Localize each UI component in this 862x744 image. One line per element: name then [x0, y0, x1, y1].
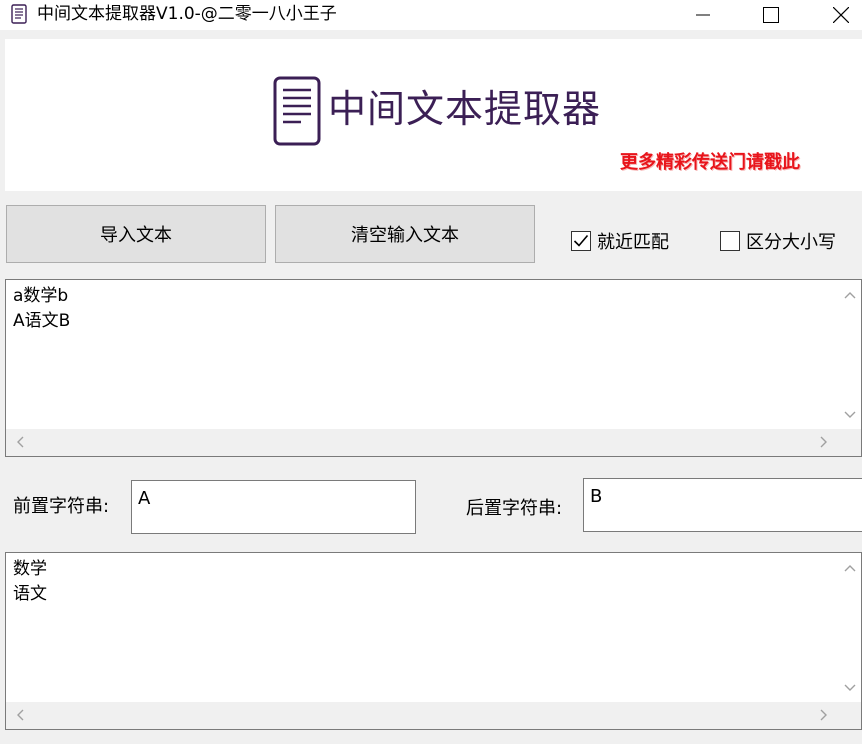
- scroll-right-icon[interactable]: [816, 434, 832, 450]
- maximize-button[interactable]: [748, 0, 794, 30]
- document-icon: [11, 4, 27, 24]
- logo-title: 中间文本提取器: [328, 87, 602, 131]
- suffix-input[interactable]: B: [583, 478, 862, 532]
- vertical-scrollbar[interactable]: [838, 553, 861, 703]
- close-icon: [833, 7, 849, 23]
- scroll-left-icon[interactable]: [12, 434, 28, 450]
- checkbox-box[interactable]: [571, 231, 591, 251]
- suffix-label: 后置字符串:: [466, 498, 563, 519]
- output-textarea[interactable]: 数学 语文: [5, 552, 862, 730]
- close-button[interactable]: [818, 0, 862, 30]
- scroll-up-icon[interactable]: [842, 287, 858, 303]
- scroll-down-icon[interactable]: [842, 680, 858, 696]
- clear-input-button[interactable]: 清空输入文本: [275, 205, 535, 263]
- scroll-right-icon[interactable]: [816, 707, 832, 723]
- minimize-icon: [696, 14, 710, 16]
- input-text[interactable]: a数学b A语文B: [13, 284, 70, 334]
- document-lines-icon: [273, 76, 321, 146]
- nearby-match-label: 就近匹配: [597, 232, 669, 253]
- checkmark-icon: [573, 234, 589, 247]
- window-title: 中间文本提取器V1.0-@二零一八小王子: [37, 4, 337, 24]
- scroll-left-icon[interactable]: [12, 707, 28, 723]
- output-text[interactable]: 数学 语文: [13, 557, 47, 607]
- nearby-match-checkbox[interactable]: 就近匹配: [571, 229, 669, 253]
- promo-link[interactable]: 更多精彩传送门请戳此: [620, 151, 800, 175]
- horizontal-scrollbar[interactable]: [6, 429, 861, 456]
- prefix-label: 前置字符串:: [13, 496, 110, 517]
- vertical-scrollbar[interactable]: [838, 280, 861, 430]
- prefix-input[interactable]: A: [131, 480, 416, 534]
- horizontal-scrollbar[interactable]: [6, 702, 861, 729]
- banner: 中间文本提取器 更多精彩传送门请戳此: [5, 39, 862, 191]
- minimize-button[interactable]: [680, 0, 726, 30]
- checkbox-box[interactable]: [720, 231, 740, 251]
- maximize-icon: [763, 7, 779, 23]
- case-sensitive-checkbox[interactable]: 区分大小写: [720, 229, 836, 253]
- title-bar[interactable]: 中间文本提取器V1.0-@二零一八小王子: [0, 0, 862, 30]
- input-textarea[interactable]: a数学b A语文B: [5, 279, 862, 457]
- import-text-button[interactable]: 导入文本: [6, 205, 266, 263]
- case-sensitive-label: 区分大小写: [746, 232, 836, 253]
- scroll-up-icon[interactable]: [842, 560, 858, 576]
- scroll-down-icon[interactable]: [842, 407, 858, 423]
